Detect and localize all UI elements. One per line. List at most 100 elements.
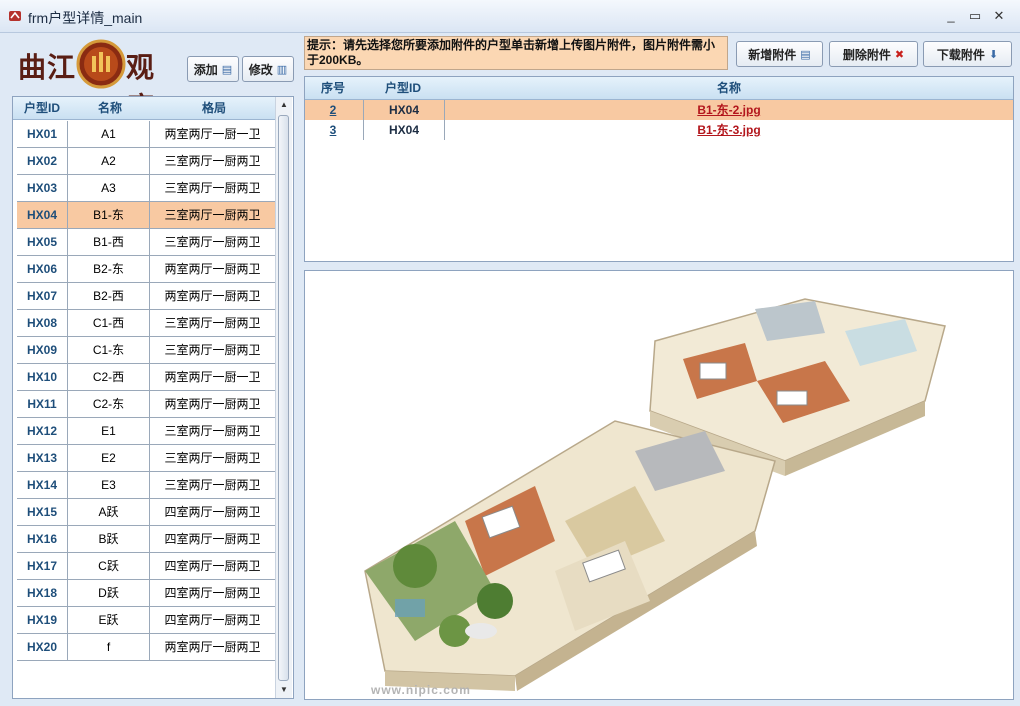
house-type-layout: 两室两厅一厨两卫 xyxy=(164,262,261,276)
house-type-name: B1-西 xyxy=(68,229,150,255)
house-type-id: HX10 xyxy=(17,364,68,390)
delete-attachment-button[interactable]: 删除附件 ✖ xyxy=(829,41,918,67)
house-type-row[interactable]: HX03 A3 三室两厅一厨两卫 xyxy=(17,175,275,202)
column-header-file-name[interactable]: 名称 xyxy=(445,77,1013,99)
house-type-name: E3 xyxy=(68,472,150,498)
house-type-row[interactable]: HX14 E3 三室两厅一厨两卫 xyxy=(17,472,275,499)
house-type-id: HX06 xyxy=(17,256,68,282)
minimize-button[interactable]: _ xyxy=(940,6,962,26)
new-attachment-label: 新增附件 xyxy=(748,47,797,62)
house-type-name: B2-东 xyxy=(68,256,150,282)
house-type-row[interactable]: HX18 D跃 四室两厅一厨两卫 xyxy=(17,580,275,607)
house-type-scrollbar[interactable]: ▲ ▼ xyxy=(275,97,292,698)
new-attachment-button[interactable]: 新增附件 ▤ xyxy=(736,41,823,67)
house-type-id: HX01 xyxy=(17,121,68,147)
house-type-id: HX13 xyxy=(17,445,68,471)
column-header-layout[interactable]: 格局 xyxy=(151,97,277,119)
house-type-row[interactable]: HX13 E2 三室两厅一厨两卫 xyxy=(17,445,275,472)
house-type-name: C跃 xyxy=(68,553,150,579)
house-type-layout: 两室两厅一厨两卫 xyxy=(164,640,261,654)
title-bar: frm户型详情_main _ ▭ ✕ xyxy=(0,0,1020,33)
attachment-grid-header: 序号 户型ID 名称 xyxy=(305,77,1013,100)
attachment-row[interactable]: 3 HX04 B1-东-3.jpg xyxy=(305,120,1013,140)
house-type-name: B2-西 xyxy=(68,283,150,309)
house-type-name: E跃 xyxy=(68,607,150,633)
house-type-id: HX14 xyxy=(17,472,68,498)
house-type-name: A2 xyxy=(68,148,150,174)
scroll-up-icon[interactable]: ▲ xyxy=(276,97,292,113)
house-type-layout: 三室两厅一厨两卫 xyxy=(164,451,261,465)
attachment-file-link[interactable]: B1-东-3.jpg xyxy=(445,120,1013,140)
hint-text: 提示：请先选择您所要添加附件的户型单击新增上传图片附件，图片附件需小于200KB… xyxy=(304,36,728,70)
house-type-layout: 四室两厅一厨两卫 xyxy=(164,505,261,519)
house-type-row[interactable]: HX15 A跃 四室两厅一厨两卫 xyxy=(17,499,275,526)
house-type-name: C1-东 xyxy=(68,337,150,363)
house-type-name: C2-东 xyxy=(68,391,150,417)
house-type-id: HX07 xyxy=(17,283,68,309)
house-type-id: HX19 xyxy=(17,607,68,633)
house-type-row[interactable]: HX11 C2-东 两室两厅一厨两卫 xyxy=(17,391,275,418)
house-type-grid[interactable]: 户型ID 名称 格局 HX01 A1 两室两厅一厨一卫 HX02 A2 三室两厅一厨两卫 H… xyxy=(12,96,294,699)
house-type-id: HX04 xyxy=(17,202,68,228)
delete-attachment-label: 删除附件 xyxy=(842,47,891,62)
house-type-name: f xyxy=(68,634,150,660)
house-type-name: E1 xyxy=(68,418,150,444)
house-type-id: HX09 xyxy=(17,337,68,363)
house-type-row[interactable]: HX19 E跃 四室两厅一厨两卫 xyxy=(17,607,275,634)
house-type-id: HX05 xyxy=(17,229,68,255)
house-type-row[interactable]: HX17 C跃 四室两厅一厨两卫 xyxy=(17,553,275,580)
column-header-name[interactable]: 名称 xyxy=(69,97,151,119)
house-type-row[interactable]: HX01 A1 两室两厅一厨一卫 xyxy=(17,121,275,148)
column-header-house-id[interactable]: 户型ID xyxy=(363,77,443,99)
house-type-id: HX15 xyxy=(17,499,68,525)
download-attachment-button[interactable]: 下载附件 ⬇ xyxy=(923,41,1012,67)
house-type-layout: 四室两厅一厨两卫 xyxy=(164,559,261,573)
edit-button[interactable]: 修改 ▥ xyxy=(242,56,294,82)
scrollbar-thumb[interactable] xyxy=(278,115,289,681)
download-attachment-label: 下载附件 xyxy=(936,47,985,62)
house-type-layout: 三室两厅一厨两卫 xyxy=(164,316,261,330)
house-type-row[interactable]: HX09 C1-东 三室两厅一厨两卫 xyxy=(17,337,275,364)
house-type-layout: 两室两厅一厨两卫 xyxy=(164,397,261,411)
house-type-layout: 四室两厅一厨两卫 xyxy=(164,586,261,600)
house-type-name: A1 xyxy=(68,121,150,147)
attachment-no[interactable]: 3 xyxy=(305,120,361,140)
logo: 曲江 观唐 xyxy=(14,38,180,124)
add-icon: ▤ xyxy=(221,63,233,76)
house-type-name: A3 xyxy=(68,175,150,201)
house-type-row[interactable]: HX04 B1-东 三室两厅一厨两卫 xyxy=(17,202,275,229)
maximize-button[interactable]: ▭ xyxy=(964,6,986,26)
house-type-layout: 三室两厅一厨两卫 xyxy=(164,424,261,438)
house-type-layout: 两室两厅一厨两卫 xyxy=(164,289,261,303)
house-type-row[interactable]: HX06 B2-东 两室两厅一厨两卫 xyxy=(17,256,275,283)
logo-emblem-icon xyxy=(76,39,126,89)
house-type-name: C2-西 xyxy=(68,364,150,390)
house-type-id: HX11 xyxy=(17,391,68,417)
add-button[interactable]: 添加 ▤ xyxy=(187,56,239,82)
attachment-grid[interactable]: 序号 户型ID 名称 2 HX04 B1-东-2.jpg 3 HX04 B1-东… xyxy=(304,76,1014,262)
house-type-layout: 四室两厅一厨两卫 xyxy=(164,613,261,627)
house-type-row[interactable]: HX12 E1 三室两厅一厨两卫 xyxy=(17,418,275,445)
column-header-id[interactable]: 户型ID xyxy=(15,97,69,119)
house-type-row[interactable]: HX20 f 两室两厅一厨两卫 xyxy=(17,634,275,661)
house-type-layout: 三室两厅一厨两卫 xyxy=(164,343,261,357)
house-type-id: HX12 xyxy=(17,418,68,444)
scroll-down-icon[interactable]: ▼ xyxy=(276,682,292,698)
attachment-row[interactable]: 2 HX04 B1-东-2.jpg xyxy=(305,100,1013,120)
house-type-row[interactable]: HX02 A2 三室两厅一厨两卫 xyxy=(17,148,275,175)
house-type-id: HX03 xyxy=(17,175,68,201)
app-icon xyxy=(9,11,21,21)
close-button[interactable]: ✕ xyxy=(988,6,1010,26)
house-type-layout: 三室两厅一厨两卫 xyxy=(164,181,261,195)
house-type-row[interactable]: HX05 B1-西 三室两厅一厨两卫 xyxy=(17,229,275,256)
attachment-file-link[interactable]: B1-东-2.jpg xyxy=(445,100,1013,120)
house-type-row[interactable]: HX07 B2-西 两室两厅一厨两卫 xyxy=(17,283,275,310)
house-type-id: HX18 xyxy=(17,580,68,606)
house-type-row[interactable]: HX08 C1-西 三室两厅一厨两卫 xyxy=(17,310,275,337)
column-header-no[interactable]: 序号 xyxy=(305,77,361,99)
house-type-row[interactable]: HX10 C2-西 两室两厅一厨一卫 xyxy=(17,364,275,391)
house-type-grid-header: 户型ID 名称 格局 xyxy=(13,97,277,120)
attachment-no[interactable]: 2 xyxy=(305,100,361,120)
floor-plan-preview: www.nipic.com xyxy=(304,270,1014,700)
house-type-row[interactable]: HX16 B跃 四室两厅一厨两卫 xyxy=(17,526,275,553)
